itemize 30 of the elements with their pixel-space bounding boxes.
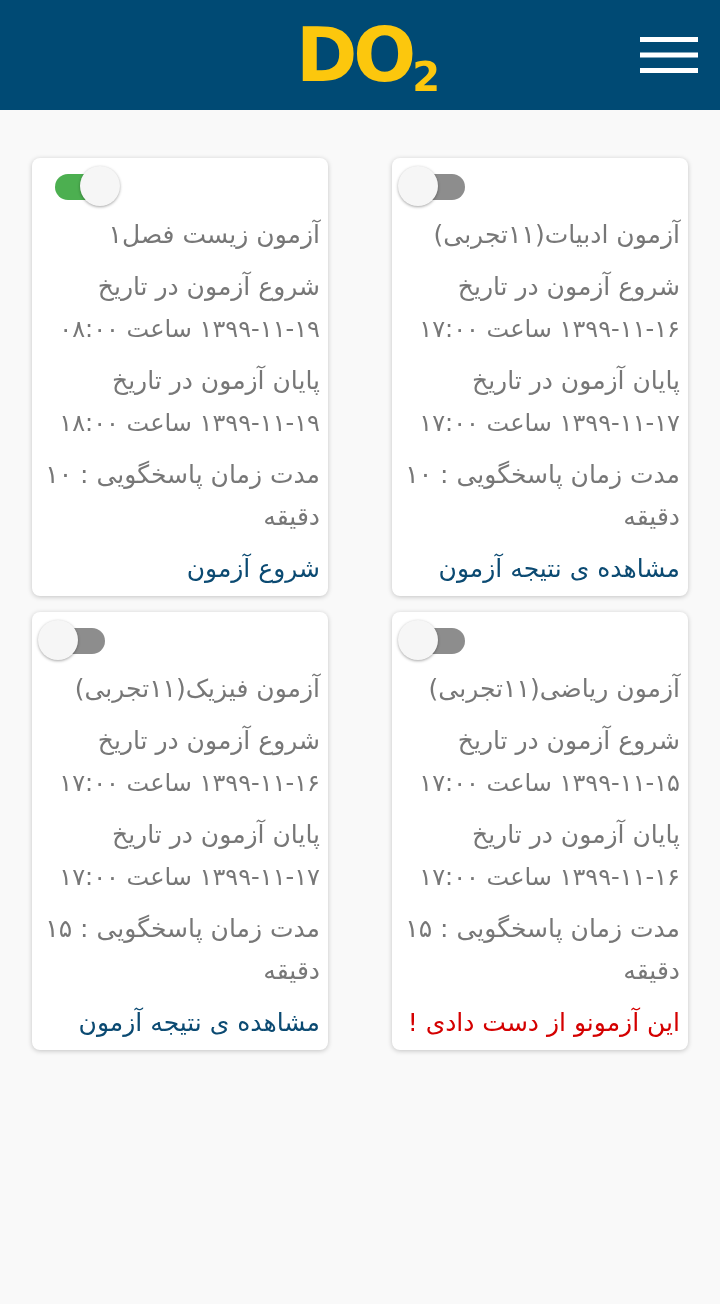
missed-exam-message: این آزمونو از دست دادی ! [407, 1006, 680, 1039]
start-date-label: شروع آزمون در تاریخ [96, 724, 320, 758]
start-date-label: شروع آزمون در تاریخ [96, 270, 320, 304]
end-date-value: ۱۳۹۹-۱۱-۱۷ ساعت ۱۷:۰۰ [418, 408, 680, 439]
view-result-link[interactable]: مشاهده ی نتیجه آزمون [78, 1002, 320, 1044]
end-date-label: پایان آزمون در تاریخ [111, 818, 320, 851]
duration-text: مدت زمان پاسخگویی : ۱۵ دقیقه [404, 913, 680, 987]
start-date-value: ۱۳۹۹-۱۱-۱۶ ساعت ۱۷:۰۰ [58, 768, 320, 799]
duration-text: مدت زمان پاسخگویی : ۱۰ دقیقه [404, 459, 680, 533]
duration-text: مدت زمان پاسخگویی : ۱۰ دقیقه [44, 459, 320, 533]
end-date-label: پایان آزمون در تاریخ [471, 818, 680, 851]
start-date-value: ۱۳۹۹-۱۱-۱۶ ساعت ۱۷:۰۰ [418, 314, 680, 345]
end-date-value: ۱۳۹۹-۱۱-۱۷ ساعت ۱۷:۰۰ [58, 862, 320, 893]
end-date-value: ۱۳۹۹-۱۱-۱۶ ساعت ۱۷:۰۰ [418, 862, 680, 893]
start-exam-link[interactable]: شروع آزمون [186, 548, 320, 590]
exam-title: آزمون زیست فصل۱ [107, 218, 320, 251]
start-date-value: ۱۳۹۹-۱۱-۱۹ ساعت ۰۸:۰۰ [58, 314, 320, 345]
start-date-label: شروع آزمون در تاریخ [456, 724, 680, 758]
menu-icon[interactable] [640, 37, 698, 73]
end-date-value: ۱۳۹۹-۱۱-۱۹ ساعت ۱۸:۰۰ [58, 408, 320, 439]
exam-title: آزمون فیزیک(۱۱تجربی) [73, 672, 320, 705]
exam-title: آزمون ادبیات(۱۱تجربی) [432, 218, 680, 251]
end-date-label: پایان آزمون در تاریخ [111, 364, 320, 397]
end-date-label: پایان آزمون در تاریخ [471, 364, 680, 397]
duration-text: مدت زمان پاسخگویی : ۱۵ دقیقه [44, 913, 320, 987]
view-result-link[interactable]: مشاهده ی نتیجه آزمون [438, 548, 680, 590]
start-date-label: شروع آزمون در تاریخ [456, 270, 680, 304]
start-date-value: ۱۳۹۹-۱۱-۱۵ ساعت ۱۷:۰۰ [418, 768, 680, 799]
logo: DO$_{2}$ [295, 18, 441, 92]
exam-title: آزمون ریاضی(۱۱تجربی) [427, 672, 680, 705]
